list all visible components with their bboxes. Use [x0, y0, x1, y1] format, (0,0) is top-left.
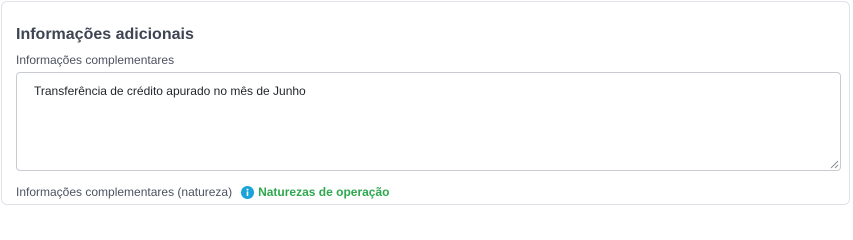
natureza-label: Informações complementares (natureza)	[16, 185, 233, 199]
complementares-textarea-value: Transferência de crédito apurado no mês …	[34, 84, 306, 98]
complementares-textarea[interactable]: Transferência de crédito apurado no mês …	[16, 72, 841, 171]
additional-info-card: Informações adicionais Informações compl…	[1, 1, 850, 205]
resize-handle-icon[interactable]	[829, 159, 839, 169]
complementares-label: Informações complementares	[16, 53, 175, 67]
info-circle-icon[interactable]	[241, 185, 255, 199]
section-title: Informações adicionais	[16, 26, 194, 43]
naturezas-operacao-link[interactable]: Naturezas de operação	[258, 184, 389, 200]
natureza-row: Informações complementares (natureza) Na…	[16, 184, 389, 200]
